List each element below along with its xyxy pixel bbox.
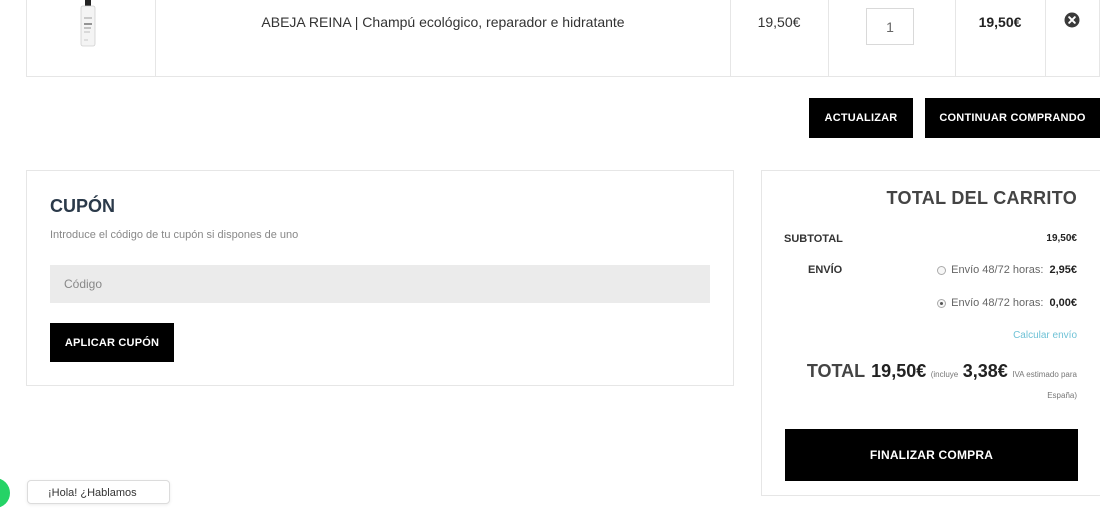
shipping-option-free[interactable]: Envío 48/72 horas: 0,00€ bbox=[880, 297, 1077, 309]
tax-includes-prefix: (incluye bbox=[930, 370, 959, 379]
radio-checked-icon[interactable] bbox=[937, 298, 947, 308]
shipping-option-label: Envío 48/72 horas: bbox=[951, 297, 1044, 309]
tax-country: España) bbox=[1047, 391, 1077, 400]
coupon-description: Introduce el código de tu cupón si dispo… bbox=[50, 229, 299, 241]
total-label: TOTAL bbox=[806, 361, 866, 381]
shipping-option-label: Envío 48/72 horas: bbox=[951, 264, 1044, 276]
shipping-option-price: 2,95€ bbox=[1049, 264, 1077, 276]
quantity-input[interactable] bbox=[866, 8, 914, 45]
product-name-link[interactable]: ABEJA REINA | Champú ecológico, reparado… bbox=[156, 14, 730, 30]
checkout-button[interactable]: FINALIZAR COMPRA bbox=[785, 429, 1078, 481]
shipping-option-paid[interactable]: Envío 48/72 horas: 2,95€ bbox=[880, 264, 1077, 276]
chat-prompt-bubble[interactable]: ¡Hola! ¿Hablamos bbox=[27, 480, 170, 504]
remove-circle-x-icon[interactable] bbox=[1064, 12, 1080, 28]
column-divider bbox=[730, 0, 731, 77]
subtotal-label: SUBTOTAL bbox=[784, 233, 843, 245]
subtotal-value: 19,50€ bbox=[1046, 233, 1077, 244]
apply-coupon-button[interactable]: APLICAR CUPÓN bbox=[50, 323, 174, 362]
column-divider bbox=[828, 0, 829, 77]
cart-item-row bbox=[26, 0, 1100, 77]
update-cart-button[interactable]: ACTUALIZAR bbox=[809, 98, 913, 138]
coupon-title: CUPÓN bbox=[50, 196, 116, 216]
column-divider bbox=[155, 0, 156, 77]
product-price: 19,50€ bbox=[757, 14, 801, 30]
calculate-shipping-link[interactable]: Calcular envío bbox=[960, 330, 1077, 341]
product-subtotal: 19,50€ bbox=[978, 14, 1022, 30]
column-divider bbox=[1045, 0, 1046, 77]
shipping-label: ENVÍO bbox=[808, 264, 843, 276]
column-divider bbox=[955, 0, 956, 77]
tax-value: 3,38€ bbox=[962, 361, 1008, 381]
continue-shopping-button[interactable]: CONTINUAR COMPRANDO bbox=[925, 98, 1100, 138]
whatsapp-chat-icon[interactable] bbox=[0, 478, 10, 508]
coupon-code-input[interactable] bbox=[50, 265, 710, 303]
radio-unchecked-icon[interactable] bbox=[937, 265, 947, 275]
tax-suffix: IVA estimado para bbox=[1012, 370, 1077, 379]
shipping-option-price: 0,00€ bbox=[1049, 297, 1077, 309]
total-value: 19,50€ bbox=[871, 361, 927, 381]
product-thumbnail[interactable] bbox=[78, 0, 98, 48]
cart-totals-title: TOTAL DEL CARRITO bbox=[886, 188, 1077, 208]
order-total: TOTAL 19,50€ (incluye 3,38€ IVA estimado … bbox=[780, 360, 1077, 386]
